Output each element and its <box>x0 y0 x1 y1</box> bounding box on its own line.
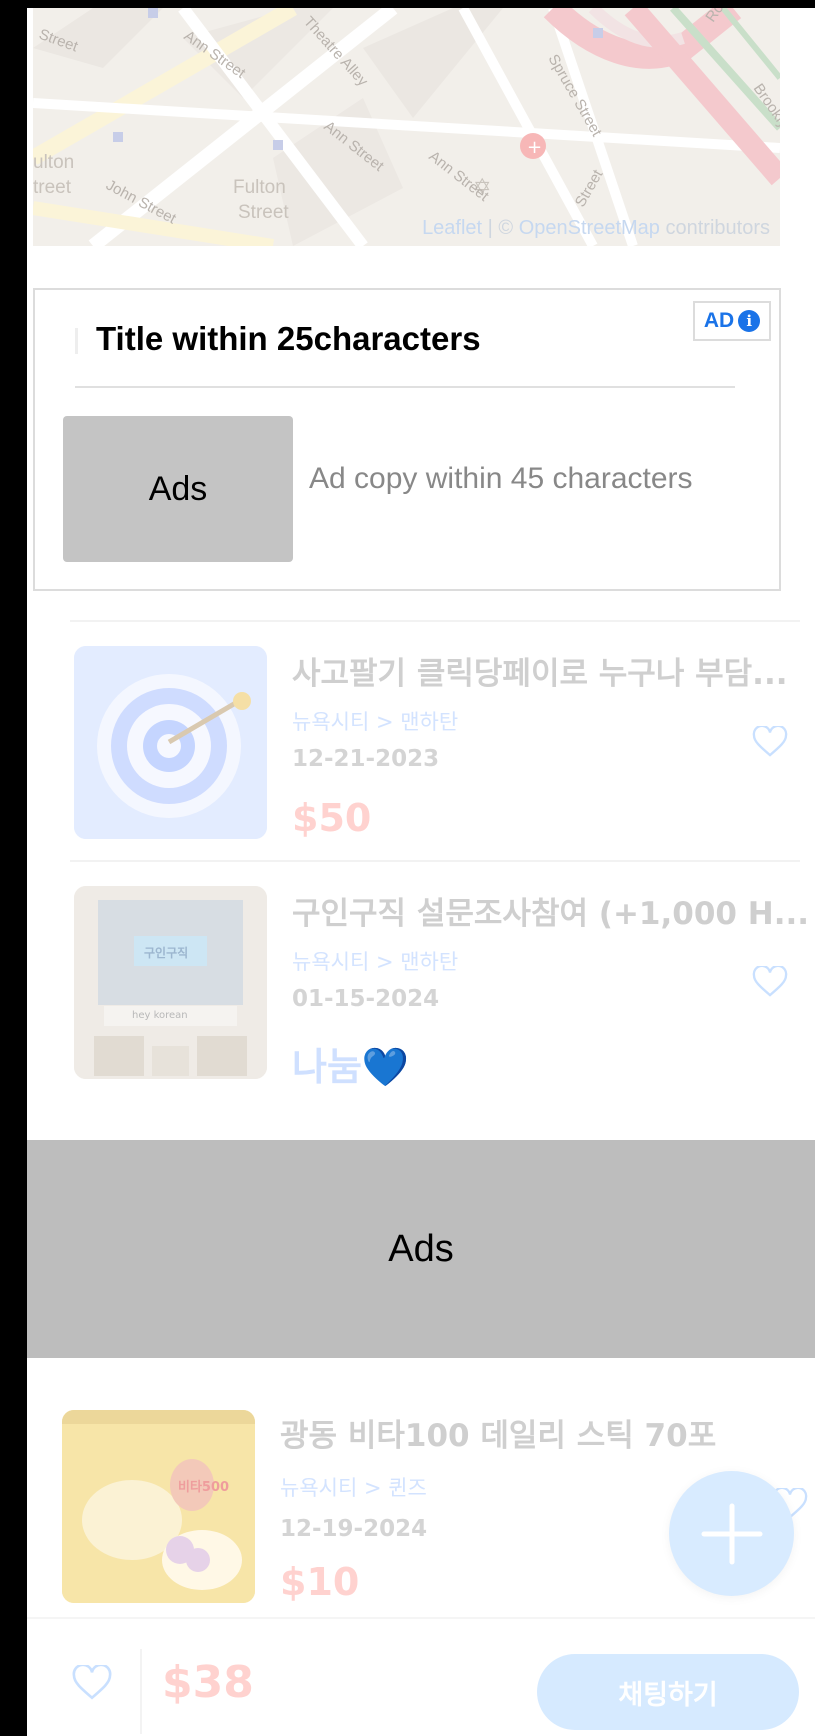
divider <box>140 1649 142 1734</box>
list-item[interactable]: 사고팔기 클릭당페이로 누구나 부담... 뉴욕시티 > 맨하탄 12-21-2… <box>40 620 800 860</box>
listing-price: $50 <box>292 796 372 840</box>
osm-link[interactable]: OpenStreetMap <box>519 217 660 239</box>
leaflet-link[interactable]: Leaflet <box>422 217 482 239</box>
ad-title-marker <box>75 328 78 354</box>
heart-icon[interactable] <box>752 966 788 998</box>
listing-price: 나눔💙 <box>292 1045 410 1089</box>
divider <box>70 860 800 862</box>
divider <box>70 620 800 622</box>
heart-icon[interactable] <box>72 1665 112 1701</box>
listing-title: 구인구직 설문조사참여 (+1,000 H... <box>292 896 810 932</box>
heart-icon[interactable] <box>752 726 788 758</box>
listing-date: 01-15-2024 <box>292 986 440 1012</box>
thumb-caption: 구인구직 <box>144 946 189 960</box>
ad-badge-label: AD <box>703 309 735 332</box>
listing-date: 12-19-2024 <box>280 1516 428 1542</box>
ad-title: Title within 25characters <box>96 320 481 357</box>
svg-text:ulton: ulton <box>33 152 74 173</box>
listing-date: 12-21-2023 <box>292 746 440 772</box>
map[interactable]: + ✡ Ann Street Theatre Alley Ann Street … <box>33 8 780 246</box>
list-item[interactable]: 구인구직 hey korean 구인구직 설문조사참여 (+1,000 H...… <box>40 860 809 1100</box>
thumb-brand: hey korean <box>132 1010 188 1021</box>
banner-ad[interactable]: Ads <box>27 1140 815 1358</box>
listing-thumbnail: 비타500 <box>62 1410 255 1603</box>
ad-divider <box>75 386 735 388</box>
item-price: $38 <box>162 1657 254 1708</box>
plus-icon <box>701 1503 762 1564</box>
map-attribution: Leaflet | © OpenStreetMap contributors <box>422 217 770 239</box>
ad-image-placeholder[interactable]: Ads <box>63 416 293 562</box>
job-board-image <box>74 886 267 1079</box>
ad-copy: Ad copy within 45 characters <box>309 462 693 495</box>
listing-thumbnail <box>74 646 267 839</box>
svg-text:Street: Street <box>238 202 289 223</box>
listing-location: 뉴욕시티 > 퀸즈 <box>280 1476 427 1500</box>
svg-text:Fulton: Fulton <box>233 177 286 198</box>
bottom-action-bar: $38 채팅하기 <box>27 1617 815 1736</box>
map-tiles: + ✡ Ann Street Theatre Alley Ann Street … <box>33 8 780 246</box>
add-post-button[interactable] <box>669 1471 794 1596</box>
thumb-caption: 비타500 <box>178 1480 230 1495</box>
listing-title: 광동 비타100 데일리 스틱 70포 <box>280 1418 717 1454</box>
listing-thumbnail: 구인구직 hey korean <box>74 886 267 1079</box>
info-icon[interactable]: i <box>738 310 761 332</box>
product-image <box>62 1410 255 1603</box>
chat-button[interactable]: 채팅하기 <box>537 1654 799 1730</box>
listing-location: 뉴욕시티 > 맨하탄 <box>292 710 459 734</box>
top-edge <box>0 0 815 8</box>
target-icon <box>74 646 267 839</box>
svg-text:+: + <box>527 137 542 158</box>
native-ad-card[interactable]: Title within 25characters AD i Ads Ad co… <box>33 288 781 591</box>
ad-badge[interactable]: AD i <box>693 301 771 341</box>
listing-price: $10 <box>280 1560 360 1604</box>
listing-location: 뉴욕시티 > 맨하탄 <box>292 950 459 974</box>
svg-text:treet: treet <box>33 177 72 198</box>
listing-title: 사고팔기 클릭당페이로 누구나 부담... <box>292 656 788 692</box>
